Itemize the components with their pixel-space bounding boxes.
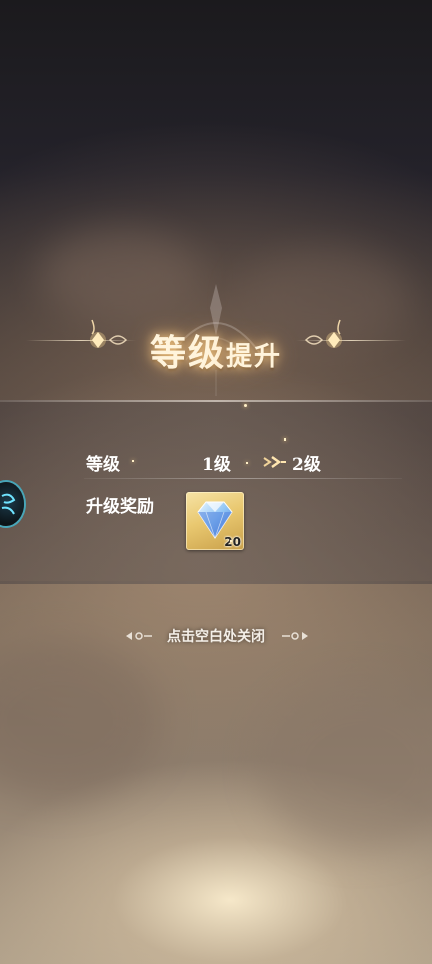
- reward-label: 升级奖励: [86, 497, 154, 517]
- close-hint-text: 点击空白处关闭: [167, 629, 265, 645]
- panel-bottom-edge: [0, 581, 432, 584]
- sparkle-dot: [244, 404, 247, 407]
- level-label: 等级: [86, 455, 120, 475]
- level-up-title: 等级提升: [0, 324, 432, 376]
- side-avatar[interactable]: [0, 482, 24, 526]
- level-to-value: 2级: [292, 455, 321, 475]
- reward-item[interactable]: 20: [186, 492, 244, 550]
- close-hint-area[interactable]: 点击空白处关闭: [0, 624, 432, 648]
- avatar-glyph-icon: [1, 493, 16, 515]
- row-divider: [84, 478, 402, 479]
- sparkle-dot: [132, 460, 134, 462]
- sparkle-dot: [284, 438, 286, 441]
- background-blur: [260, 680, 432, 850]
- reward-item-count: 20: [224, 535, 241, 549]
- level-from-value: 1级: [202, 455, 231, 475]
- arrow-right-icon: [263, 455, 286, 469]
- title-main-text: 等级: [149, 332, 226, 374]
- ornament-right-icon: [282, 632, 308, 640]
- sparkle-dot: [230, 540, 232, 542]
- panel-top-edge: [0, 400, 432, 402]
- level-up-screen[interactable]: 等级提升 等级 1级 2级 升级奖励 20 点击空白处关闭: [0, 0, 432, 964]
- title-banner: 等级提升: [0, 280, 432, 400]
- background-blur: [0, 640, 160, 800]
- title-sub-text: 提升: [226, 342, 283, 372]
- sparkle-dot: [246, 462, 248, 464]
